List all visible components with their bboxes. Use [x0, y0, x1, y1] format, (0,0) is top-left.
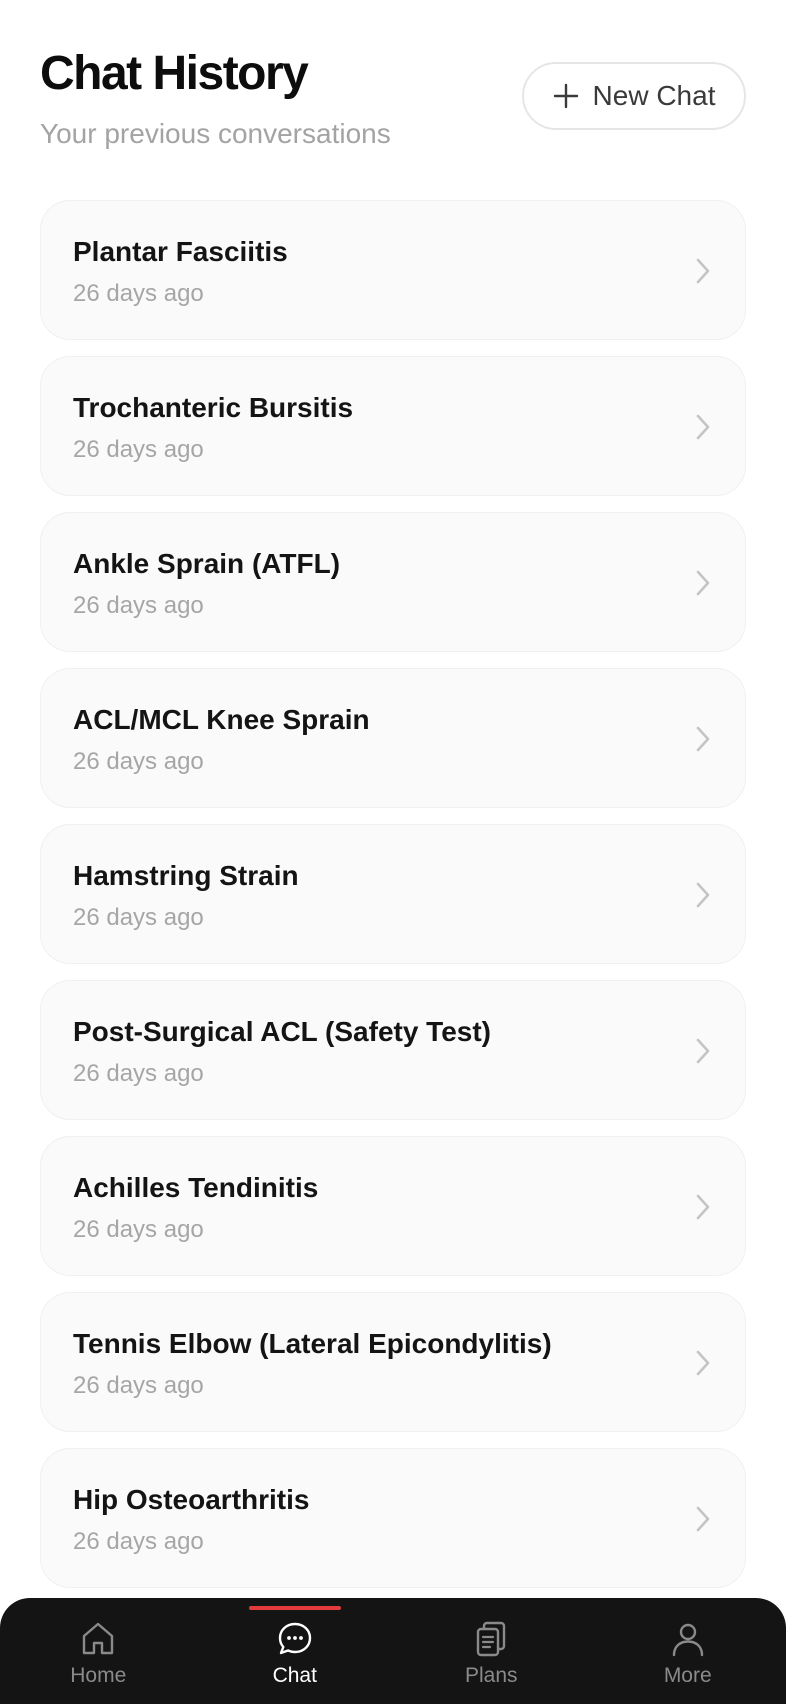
active-tab-indicator	[248, 1606, 341, 1610]
chat-item[interactable]: Achilles Tendinitis 26 days ago	[40, 1136, 746, 1276]
chat-item-title: Ankle Sprain (ATFL)	[73, 548, 341, 579]
chat-item-time: 26 days ago	[73, 1060, 204, 1087]
chat-list: Plantar Fasciitis 26 days ago Trochanter…	[40, 200, 746, 1604]
page-header: Chat History Your previous conversations…	[40, 44, 746, 164]
nav-label-home: Home	[70, 1664, 127, 1687]
nav-label-chat: Chat	[272, 1664, 317, 1687]
chat-item[interactable]: Post-Surgical ACL (Safety Test) 26 days …	[40, 980, 746, 1120]
chat-bubble-icon	[278, 1622, 311, 1655]
chat-item-title: Achilles Tendinitis	[73, 1172, 319, 1203]
chat-item-title: ACL/MCL Knee Sprain	[73, 704, 370, 735]
chat-item[interactable]: Hamstring Strain 26 days ago	[40, 824, 746, 964]
nav-item-home[interactable]: Home	[0, 1598, 197, 1704]
chat-item-time: 26 days ago	[73, 1372, 204, 1399]
chevron-right-icon	[696, 414, 710, 440]
chat-item-title: Hip Osteoarthritis	[73, 1484, 310, 1515]
clipboard-icon	[477, 1621, 506, 1657]
chevron-right-icon	[696, 1194, 710, 1220]
nav-item-plans[interactable]: Plans	[393, 1598, 590, 1704]
plus-icon	[553, 83, 578, 109]
nav-label-more: More	[663, 1664, 712, 1687]
chat-item-time: 26 days ago	[73, 904, 204, 931]
chat-item[interactable]: Trochanteric Bursitis 26 days ago	[40, 356, 746, 496]
chat-item-time: 26 days ago	[73, 1216, 204, 1243]
chat-item-title: Trochanteric Bursitis	[73, 392, 354, 423]
chat-item[interactable]: Plantar Fasciitis 26 days ago	[40, 200, 746, 340]
chat-item-time: 26 days ago	[73, 1528, 204, 1555]
chat-item-title: Hamstring Strain	[73, 860, 299, 891]
nav-item-chat[interactable]: Chat	[197, 1598, 394, 1704]
page-title: Chat History	[40, 47, 309, 100]
chevron-right-icon	[696, 1350, 710, 1376]
chat-item[interactable]: Hip Osteoarthritis 26 days ago	[40, 1448, 746, 1588]
chat-item-time: 26 days ago	[73, 436, 204, 463]
nav-label-plans: Plans	[464, 1664, 518, 1687]
chevron-right-icon	[696, 882, 710, 908]
chevron-right-icon	[696, 1506, 710, 1532]
new-chat-label: New Chat	[592, 80, 716, 111]
chevron-right-icon	[696, 258, 710, 284]
chat-item[interactable]: ACL/MCL Knee Sprain 26 days ago	[40, 668, 746, 808]
page-subtitle: Your previous conversations	[40, 118, 391, 149]
chat-item-title: Plantar Fasciitis	[73, 236, 288, 267]
chevron-right-icon	[696, 1038, 710, 1064]
chat-item[interactable]: Tennis Elbow (Lateral Epicondylitis) 26 …	[40, 1292, 746, 1432]
chevron-right-icon	[696, 570, 710, 596]
chat-item-time: 26 days ago	[73, 280, 204, 307]
nav-item-more[interactable]: More	[590, 1598, 786, 1704]
chat-item-title: Post-Surgical ACL (Safety Test)	[73, 1016, 492, 1047]
home-icon	[83, 1622, 114, 1655]
chat-item[interactable]: Ankle Sprain (ATFL) 26 days ago	[40, 512, 746, 652]
new-chat-button[interactable]: New Chat	[522, 62, 746, 130]
chat-history-screen: Chat History Your previous conversations…	[0, 0, 786, 1704]
chat-item-time: 26 days ago	[73, 748, 204, 775]
user-icon	[672, 1623, 703, 1657]
chat-item-title: Tennis Elbow (Lateral Epicondylitis)	[73, 1328, 552, 1359]
bottom-nav: Home Chat Plans More	[0, 1598, 786, 1704]
chevron-right-icon	[696, 726, 710, 752]
chat-item-time: 26 days ago	[73, 592, 204, 619]
